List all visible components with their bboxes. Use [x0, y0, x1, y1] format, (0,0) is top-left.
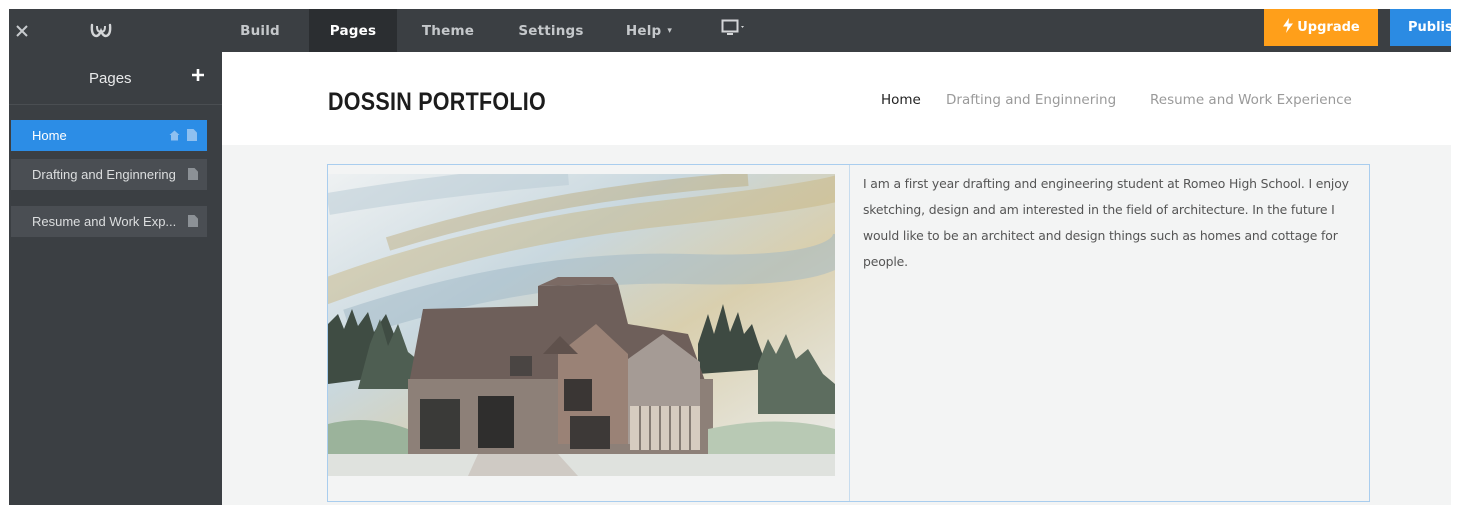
monitor-icon [721, 19, 747, 42]
plus-icon[interactable] [187, 64, 209, 86]
site-nav-drafting[interactable]: Drafting and Enginnering [946, 92, 1116, 108]
upgrade-label: Upgrade [1297, 20, 1360, 35]
site-title[interactable]: DOSSIN PORTFOLIO [328, 88, 546, 117]
tab-help-label: Help [625, 22, 662, 39]
page-settings-icon[interactable] [187, 129, 197, 141]
tab-theme-label: Theme [421, 22, 475, 39]
sidebar-item-home[interactable]: Home [11, 120, 207, 151]
lightning-bolt-icon [1282, 18, 1294, 37]
top-toolbar: Build Pages Theme Settings Help ▾ Upgrade… [9, 9, 1451, 52]
house-sketch-image[interactable] [328, 174, 835, 476]
publish-button[interactable]: Publis [1390, 9, 1451, 46]
site-nav-resume[interactable]: Resume and Work Experience [1150, 92, 1352, 108]
device-preview-toggle[interactable] [713, 9, 755, 52]
site-nav-home[interactable]: Home [881, 92, 921, 108]
site-header: DOSSIN PORTFOLIO Home Drafting and Engin… [222, 52, 1451, 145]
publish-label: Publis [1408, 20, 1451, 35]
sidebar-item-label: Resume and Work Exp... [32, 214, 177, 229]
sidebar-item-drafting-and-enginnering[interactable]: Drafting and Enginnering [11, 159, 207, 190]
page-settings-icon[interactable] [188, 168, 198, 180]
sidebar-title: Pages [89, 70, 132, 87]
page-settings-icon[interactable] [188, 215, 198, 227]
sidebar-item-resume-and-work-exp[interactable]: Resume and Work Exp... [11, 206, 207, 237]
sidebar-header: Pages [9, 52, 222, 105]
home-icon [169, 129, 180, 141]
tab-pages-label: Pages [329, 22, 377, 39]
chevron-down-icon: ▾ [667, 25, 673, 36]
tab-theme[interactable]: Theme [414, 9, 482, 52]
close-icon[interactable] [9, 9, 35, 52]
tab-help[interactable]: Help ▾ [616, 9, 682, 52]
tab-pages[interactable]: Pages [309, 9, 397, 52]
content-section[interactable]: I am a first year drafting and engineeri… [327, 164, 1370, 502]
column-divider [849, 165, 850, 501]
tab-settings[interactable]: Settings [508, 9, 594, 52]
tab-settings-label: Settings [518, 22, 584, 39]
tab-build[interactable]: Build [234, 9, 286, 52]
site-preview: DOSSIN PORTFOLIO Home Drafting and Engin… [222, 52, 1451, 505]
weebly-logo-icon[interactable] [81, 9, 121, 52]
upgrade-button[interactable]: Upgrade [1264, 9, 1378, 46]
pages-sidebar: Pages Home Drafting and Enginnering Resu… [9, 52, 222, 505]
sidebar-item-label: Home [32, 128, 67, 143]
bio-paragraph[interactable]: I am a first year drafting and engineeri… [863, 171, 1373, 275]
tab-build-label: Build [240, 22, 280, 39]
sidebar-item-label: Drafting and Enginnering [32, 167, 176, 182]
